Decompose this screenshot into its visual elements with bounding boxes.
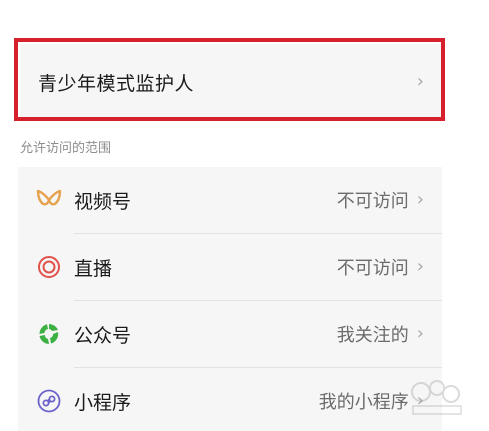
section-label: 允许访问的范围 (20, 141, 112, 156)
list-item-label: 公众号 (74, 324, 132, 347)
chevron-right-icon: › (416, 256, 424, 277)
list-item-label: 小程序 (74, 391, 132, 414)
watermark-logo (411, 380, 462, 415)
list-item-value: 我关注的 (336, 325, 409, 346)
list-item-official-accounts[interactable]: 公众号 我关注的 › (18, 301, 442, 367)
chevron-right-icon: › (416, 189, 424, 210)
list-item-label: 直播 (74, 257, 113, 280)
list-item-mini-program[interactable]: 小程序 我的小程序 › (18, 368, 442, 431)
chevron-right-icon: › (416, 323, 424, 344)
list-item-live[interactable]: 直播 不可访问 › (18, 234, 442, 300)
chevron-right-icon: › (416, 71, 424, 92)
mini-program-icon (36, 388, 62, 414)
guardian-setting-row[interactable]: 青少年模式监护人 › (20, 44, 442, 120)
guardian-title: 青少年模式监护人 (38, 72, 195, 95)
channels-icon (36, 187, 62, 213)
live-icon (36, 254, 62, 280)
list-item-value: 我的小程序 (318, 392, 409, 413)
official-accounts-icon (36, 321, 62, 347)
list-item-value: 不可访问 (336, 191, 409, 212)
list-item-value: 不可访问 (336, 258, 409, 279)
list-item-label: 视频号 (74, 190, 132, 213)
list-item-channels[interactable]: 视频号 不可访问 › (18, 167, 442, 233)
access-scope-list: 视频号 不可访问 › 直播 不可访问 › 公众号 我关注的 › 小程序 我的小程… (18, 167, 442, 431)
